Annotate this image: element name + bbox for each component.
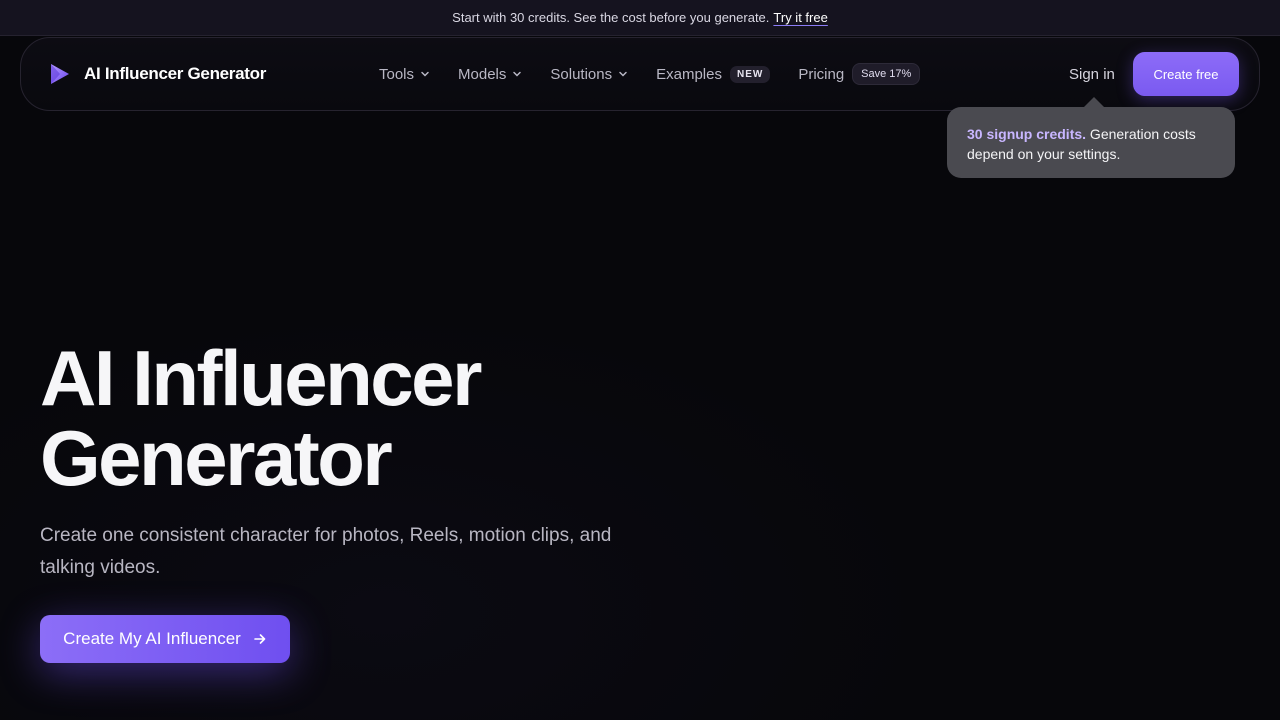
brand-name: AI Influencer Generator <box>84 64 267 83</box>
nav-item-label: Models <box>458 65 507 83</box>
create-my-ai-influencer-button[interactable]: Create My AI Influencer <box>40 615 290 663</box>
tooltip-highlight: 30 signup credits. <box>967 126 1087 142</box>
hero-title: AI Influencer Generator <box>40 338 740 498</box>
nav-item-pricing[interactable]: Pricing Save 17% <box>798 63 921 85</box>
nav-item-solutions[interactable]: Solutions <box>550 66 628 83</box>
nav-item-label: Tools <box>379 65 415 83</box>
new-badge: NEW <box>729 65 771 83</box>
nav-item-label: Pricing <box>798 65 845 83</box>
announcement-bar: Start with 30 credits. See the cost befo… <box>0 0 1280 36</box>
top-navigation: AI Influencer Generator Tools Models Sol… <box>20 37 1260 111</box>
page: Start with 30 credits. See the cost befo… <box>0 0 1280 720</box>
chevron-down-icon <box>420 69 430 79</box>
try-it-free-link[interactable]: Try it free <box>773 10 827 25</box>
nav-item-models[interactable]: Models <box>458 66 522 83</box>
arrow-right-icon <box>253 632 267 646</box>
main-menu: Tools Models Solutions Examples NEW Pric… <box>379 38 948 110</box>
credits-tooltip: 30 signup credits. Generation costs depe… <box>947 97 1235 178</box>
chevron-down-icon <box>618 69 628 79</box>
brand-home-link[interactable]: AI Influencer Generator <box>45 38 266 110</box>
announcement-text: Start with 30 credits. See the cost befo… <box>452 10 770 25</box>
nav-item-tools[interactable]: Tools <box>379 66 430 83</box>
nav-item-label: Examples <box>656 65 722 83</box>
hero-subtitle: Create one consistent character for phot… <box>40 525 612 578</box>
save-badge: Save 17% <box>852 63 921 85</box>
chevron-down-icon <box>512 69 522 79</box>
cta-label: Create My AI Influencer <box>63 629 241 648</box>
hero-title-line-2: Generator <box>40 414 393 502</box>
play-logo-icon <box>45 60 73 88</box>
nav-item-label: Solutions <box>550 65 613 83</box>
nav-item-examples[interactable]: Examples NEW <box>656 65 771 83</box>
create-free-button[interactable]: Create free <box>1133 52 1239 96</box>
hero-title-line-1: AI Influencer <box>40 334 482 422</box>
